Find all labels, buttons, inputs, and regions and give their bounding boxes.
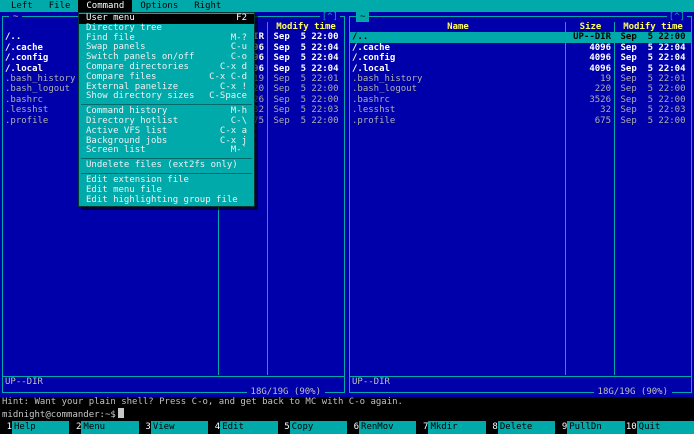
file-row[interactable]: .profile 675 Sep 5 22:00 bbox=[350, 116, 691, 126]
left-panel-history-button[interactable]: [^] bbox=[319, 12, 340, 22]
fkey-edit[interactable]: 4 Edit bbox=[208, 421, 278, 434]
left-disk-usage: 18G/19G (90%) bbox=[246, 388, 325, 397]
fkey-renmov[interactable]: 6 RenMov bbox=[347, 421, 417, 434]
fkey-mkdir[interactable]: 7 Mkdir bbox=[416, 421, 486, 434]
file-row[interactable]: .bash_logout 220 Sep 5 22:00 bbox=[350, 84, 691, 94]
file-row[interactable]: /.local4096Sep 5 22:04 bbox=[350, 64, 691, 74]
fkey-delete[interactable]: 8 Delete bbox=[485, 421, 556, 434]
right-panel-path[interactable]: ~ bbox=[356, 12, 370, 22]
hint-line: Hint: Want your plain shell? Press C-o, … bbox=[0, 397, 694, 408]
file-row-selected[interactable]: /.. UP--DIR Sep 5 22:00 bbox=[350, 32, 691, 43]
column-header-name[interactable]: Name bbox=[350, 22, 566, 32]
prompt-text: midnight@commander:~$ bbox=[2, 410, 116, 420]
right-panel-column-headers: Name Size Modify time bbox=[350, 22, 691, 32]
fkey-menu[interactable]: 2 Menu bbox=[69, 421, 139, 434]
fkey-view[interactable]: 3 View bbox=[138, 421, 209, 434]
left-mini-status: UP--DIR bbox=[5, 376, 43, 387]
command-line[interactable]: midnight@commander:~$ bbox=[0, 408, 694, 421]
file-row[interactable]: /.config4096Sep 5 22:04 bbox=[350, 53, 691, 63]
mini-status-separator bbox=[350, 375, 691, 377]
menu-file[interactable]: File bbox=[41, 0, 79, 12]
command-dropdown-menu: User menu F2 Directory tree Find file M-? … bbox=[78, 12, 255, 208]
mini-status-separator bbox=[3, 375, 344, 377]
file-row[interactable]: .lesshst 32 Sep 5 22:03 bbox=[350, 105, 691, 115]
menu-separator bbox=[79, 102, 254, 107]
column-header-size[interactable]: Size bbox=[566, 22, 615, 32]
file-row[interactable]: .bash_history 19 Sep 5 22:01 bbox=[350, 74, 691, 84]
right-disk-usage: 18G/19G (90%) bbox=[593, 388, 672, 397]
right-panel-history-button[interactable]: [^] bbox=[666, 12, 687, 22]
fkey-pulldn[interactable]: 9 PullDn bbox=[555, 421, 625, 434]
right-panel: ~ [^] Name Size Modify time /.. UP--DIR Se… bbox=[347, 12, 694, 397]
function-key-bar: 1 Help 2 Menu 3 View 4 Edit 5 Copy 6 RenMov 7M… bbox=[0, 421, 694, 434]
panel-empty-area bbox=[350, 126, 691, 376]
text-cursor bbox=[117, 408, 124, 418]
menu-item-undelete-files[interactable]: Undelete files (ext2fs only) bbox=[79, 160, 254, 171]
menu-separator bbox=[79, 156, 254, 161]
menu-bar: Left File Command Options Right bbox=[0, 0, 694, 12]
menu-item-screen-list[interactable]: Screen list M-` bbox=[79, 146, 254, 156]
column-header-mtime[interactable]: Modify time bbox=[615, 22, 691, 32]
menu-item-show-directory-sizes[interactable]: Show directory sizes C-Space bbox=[79, 92, 254, 102]
menu-options[interactable]: Options bbox=[132, 0, 186, 12]
menu-command[interactable]: Command bbox=[78, 0, 133, 12]
fkey-copy[interactable]: 5 Copy bbox=[277, 421, 348, 434]
file-row[interactable]: .bashrc3526Sep 5 22:00 bbox=[350, 95, 691, 105]
menu-item-edit-highlighting-group-file[interactable]: Edit highlighting group file bbox=[79, 195, 254, 206]
menu-separator bbox=[79, 171, 254, 176]
right-panel-body: Name Size Modify time /.. UP--DIR Sep 5 22… bbox=[350, 22, 691, 387]
left-panel-path[interactable]: ~ bbox=[9, 12, 23, 22]
fkey-quit[interactable]: 10 Quit bbox=[624, 421, 694, 434]
mc-screen: Left File Command Options Right ~ [^] Na… bbox=[0, 0, 694, 434]
menu-left[interactable]: Left bbox=[3, 0, 41, 12]
column-header-mtime[interactable]: Modify time bbox=[268, 22, 344, 32]
right-mini-status: UP--DIR bbox=[352, 376, 390, 387]
file-row[interactable]: /.cache4096Sep 5 22:04 bbox=[350, 43, 691, 53]
fkey-help[interactable]: 1 Help bbox=[0, 421, 70, 434]
menu-right[interactable]: Right bbox=[186, 0, 229, 12]
